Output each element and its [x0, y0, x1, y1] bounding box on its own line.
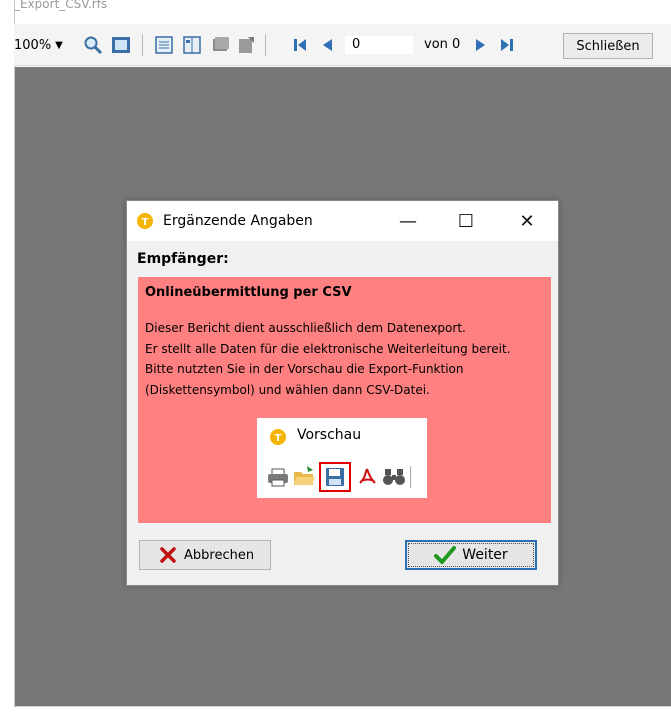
info-line: Bitte nutzten Sie in der Vorschau die Ex… — [145, 362, 464, 376]
svg-text:T: T — [275, 433, 282, 444]
cancel-x-icon — [160, 547, 176, 563]
info-title: Onlineübermittlung per CSV — [145, 285, 352, 300]
minimize-button[interactable]: — — [393, 209, 423, 233]
next-button[interactable]: Weiter — [405, 540, 537, 570]
open-folder-icon — [294, 466, 315, 485]
close-dialog-button[interactable]: ✕ — [512, 209, 542, 233]
cancel-button[interactable]: Abbrechen — [139, 540, 271, 570]
info-line: (Diskettensymbol) und wählen dann CSV-Da… — [145, 382, 430, 397]
app-logo-icon: T — [137, 213, 153, 229]
maximize-button[interactable]: ☐ — [451, 209, 481, 233]
checkmark-icon — [434, 546, 457, 564]
cancel-button-label: Abbrechen — [184, 547, 255, 563]
next-page-icon[interactable] — [472, 36, 490, 54]
preview-title: Vorschau — [297, 427, 362, 443]
save-disk-icon — [326, 468, 344, 486]
preview-toolbar-separator — [410, 466, 411, 488]
next-button-label: Weiter — [462, 547, 508, 563]
dialog-title: Ergänzende Angaben — [163, 213, 313, 229]
info-text: Dieser Bericht dient ausschließlich dem … — [145, 318, 550, 400]
zoom-icon[interactable] — [82, 35, 104, 55]
two-page-icon[interactable] — [181, 35, 203, 55]
additional-info-dialog: T Ergänzende Angaben — ☐ ✕ Empfänger: On… — [126, 200, 559, 586]
first-page-icon[interactable] — [290, 36, 310, 54]
preview-example-image: T Vorschau — [257, 418, 427, 498]
pdf-icon — [359, 468, 376, 484]
recipient-label: Empfänger: — [137, 251, 229, 267]
window-bottom-edge — [14, 706, 671, 712]
page-edit-icon[interactable] — [235, 35, 257, 55]
toolbar: 100% ▼ 0 von 0 Schließen — [14, 24, 671, 66]
dialog-titlebar[interactable]: T Ergänzende Angaben — ☐ ✕ — [127, 201, 558, 241]
info-line: Dieser Bericht dient ausschließlich dem … — [145, 321, 466, 335]
find-binoculars-icon — [383, 469, 405, 485]
info-panel: Onlineübermittlung per CSV Dieser Berich… — [138, 277, 551, 523]
page-total-label: von 0 — [424, 37, 461, 52]
chevron-down-icon: ▼ — [55, 39, 63, 51]
page-view-icon[interactable] — [110, 35, 132, 55]
prev-page-icon[interactable] — [318, 36, 336, 54]
toolbar-separator — [265, 34, 266, 56]
page-number-input[interactable]: 0 — [344, 35, 414, 55]
last-page-icon[interactable] — [497, 36, 517, 54]
info-line: Er stellt alle Daten für die elektronisc… — [145, 341, 511, 356]
zoom-value: 100% — [14, 37, 52, 53]
single-page-icon[interactable] — [153, 35, 175, 55]
app-logo-icon: T — [270, 429, 286, 445]
thumbnails-icon[interactable] — [209, 35, 231, 55]
toolbar-separator — [142, 34, 143, 56]
app-window: _Export_CSV.rfs 100% ▼ 0 von 0 Schließen… — [0, 0, 671, 712]
preview-toolbar — [267, 462, 427, 492]
close-preview-button[interactable]: Schließen — [563, 33, 653, 59]
zoom-select[interactable]: 100% ▼ — [14, 24, 63, 66]
svg-text:T: T — [142, 217, 149, 228]
print-icon — [268, 468, 288, 487]
